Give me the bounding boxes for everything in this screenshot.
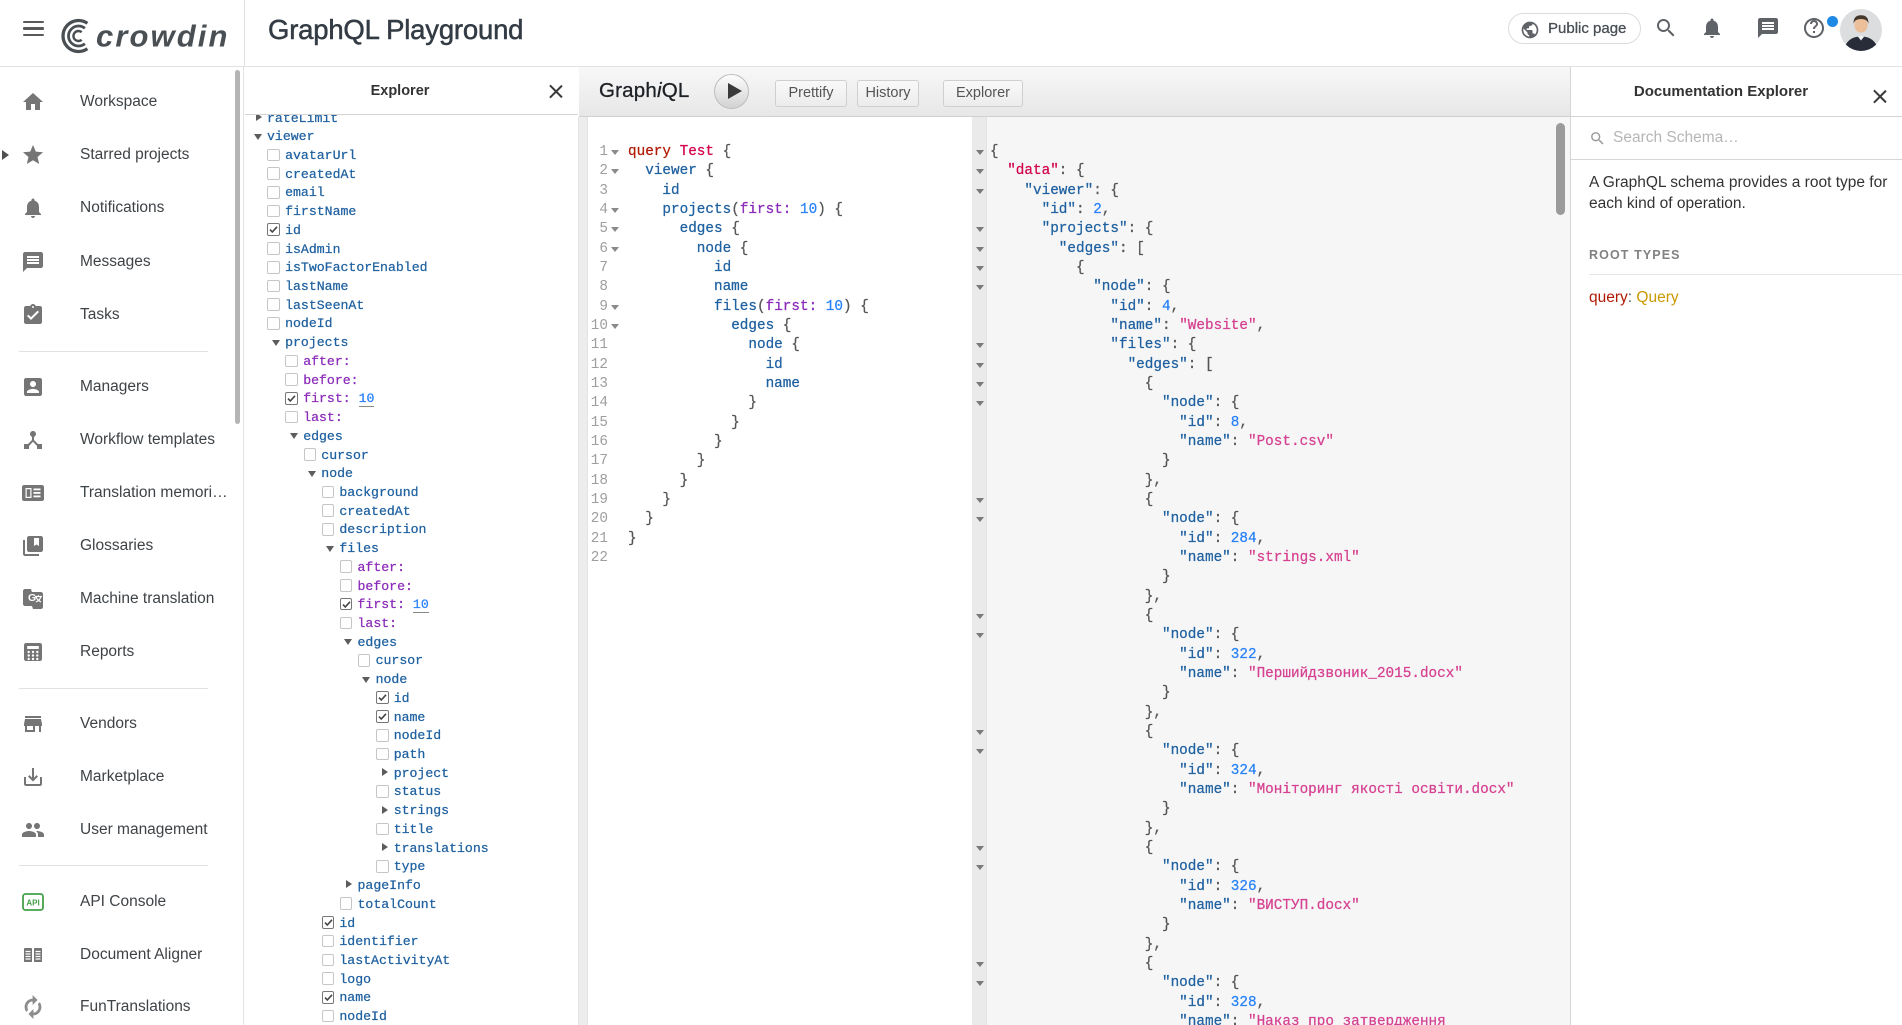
svg-text:G: G	[28, 592, 36, 604]
svg-text:API: API	[26, 899, 39, 908]
svg-text:crowdin: crowdin	[96, 19, 230, 54]
